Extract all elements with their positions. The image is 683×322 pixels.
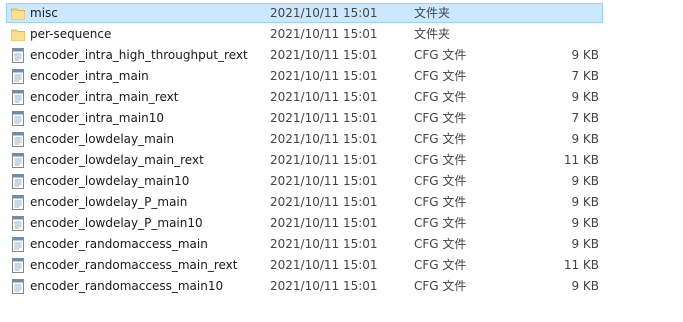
file-name[interactable]: encoder_lowdelay_main_rext bbox=[30, 150, 204, 171]
file-name[interactable]: encoder_randomaccess_main10 bbox=[30, 276, 223, 297]
file-modified-date: 2021/10/11 15:01 bbox=[270, 237, 378, 251]
file-type: CFG 文件 bbox=[414, 153, 467, 167]
file-type: CFG 文件 bbox=[414, 174, 467, 188]
file-modified-date: 2021/10/11 15:01 bbox=[270, 195, 378, 209]
file-type: CFG 文件 bbox=[414, 237, 467, 251]
cfg-file-icon bbox=[11, 195, 25, 210]
file-modified-date: 2021/10/11 15:01 bbox=[270, 6, 378, 20]
file-modified-date: 2021/10/11 15:01 bbox=[270, 132, 378, 146]
file-type: CFG 文件 bbox=[414, 258, 467, 272]
file-row[interactable]: encoder_lowdelay_main10 2021/10/11 15:01 C… bbox=[0, 171, 683, 192]
file-size: 9 KB bbox=[571, 132, 599, 146]
file-modified-date: 2021/10/11 15:01 bbox=[270, 153, 378, 167]
file-name[interactable]: encoder_lowdelay_main10 bbox=[30, 171, 189, 192]
file-size: 7 KB bbox=[571, 69, 599, 83]
file-size: 9 KB bbox=[571, 90, 599, 104]
file-name[interactable]: misc bbox=[30, 3, 58, 24]
file-type: CFG 文件 bbox=[414, 195, 467, 209]
file-size: 9 KB bbox=[571, 279, 599, 293]
file-row[interactable]: encoder_lowdelay_main_rext 2021/10/11 15:… bbox=[0, 150, 683, 171]
file-row[interactable]: encoder_lowdelay_P_main 2021/10/11 15:01 C… bbox=[0, 192, 683, 213]
file-modified-date: 2021/10/11 15:01 bbox=[270, 174, 378, 188]
file-row[interactable]: per-sequence 2021/10/11 15:01 文件夹 bbox=[0, 24, 683, 45]
file-name[interactable]: encoder_lowdelay_P_main bbox=[30, 192, 187, 213]
file-type: CFG 文件 bbox=[414, 216, 467, 230]
cfg-file-icon bbox=[11, 111, 25, 126]
file-row[interactable]: encoder_intra_main 2021/10/11 15:01 CFG 文件… bbox=[0, 66, 683, 87]
file-name[interactable]: encoder_intra_main bbox=[30, 66, 149, 87]
file-modified-date: 2021/10/11 15:01 bbox=[270, 279, 378, 293]
file-modified-date: 2021/10/11 15:01 bbox=[270, 69, 378, 83]
file-type: CFG 文件 bbox=[414, 69, 467, 83]
file-type: CFG 文件 bbox=[414, 90, 467, 104]
cfg-file-icon bbox=[11, 69, 25, 84]
file-size: 11 KB bbox=[563, 258, 599, 272]
file-name[interactable]: encoder_intra_high_throughput_rext bbox=[30, 45, 248, 66]
file-type: 文件夹 bbox=[414, 6, 451, 20]
file-row[interactable]: encoder_intra_high_throughput_rext 2021/1… bbox=[0, 45, 683, 66]
file-row[interactable]: encoder_intra_main_rext 2021/10/11 15:01 C… bbox=[0, 87, 683, 108]
file-modified-date: 2021/10/11 15:01 bbox=[270, 48, 378, 62]
cfg-file-icon bbox=[11, 279, 25, 294]
cfg-file-icon bbox=[11, 174, 25, 189]
file-name[interactable]: encoder_lowdelay_P_main10 bbox=[30, 213, 203, 234]
cfg-file-icon bbox=[11, 90, 25, 105]
file-name[interactable]: encoder_lowdelay_main bbox=[30, 129, 174, 150]
file-type: CFG 文件 bbox=[414, 111, 467, 125]
file-size: 9 KB bbox=[571, 195, 599, 209]
file-name[interactable]: encoder_intra_main_rext bbox=[30, 87, 178, 108]
file-name[interactable]: encoder_intra_main10 bbox=[30, 108, 164, 129]
cfg-file-icon bbox=[11, 153, 25, 168]
file-row[interactable]: encoder_lowdelay_main 2021/10/11 15:01 CFG… bbox=[0, 129, 683, 150]
cfg-file-icon bbox=[11, 216, 25, 231]
cfg-file-icon bbox=[11, 237, 25, 252]
file-size: 9 KB bbox=[571, 48, 599, 62]
file-row[interactable]: encoder_randomaccess_main10 2021/10/11 15… bbox=[0, 276, 683, 297]
file-row[interactable]: misc 2021/10/11 15:01 文件夹 bbox=[0, 3, 683, 24]
file-type: CFG 文件 bbox=[414, 132, 467, 146]
file-modified-date: 2021/10/11 15:01 bbox=[270, 111, 378, 125]
file-type: 文件夹 bbox=[414, 27, 451, 41]
file-name[interactable]: per-sequence bbox=[30, 24, 111, 45]
file-size: 7 KB bbox=[571, 111, 599, 125]
cfg-file-icon bbox=[11, 48, 25, 63]
file-size: 9 KB bbox=[571, 174, 599, 188]
file-row[interactable]: encoder_randomaccess_main_rext 2021/10/11… bbox=[0, 255, 683, 276]
file-type: CFG 文件 bbox=[414, 48, 467, 62]
file-size: 9 KB bbox=[571, 237, 599, 251]
file-size: 9 KB bbox=[571, 216, 599, 230]
file-type: CFG 文件 bbox=[414, 279, 467, 293]
file-size: 11 KB bbox=[563, 153, 599, 167]
file-row[interactable]: encoder_randomaccess_main 2021/10/11 15:0… bbox=[0, 234, 683, 255]
folder-icon bbox=[11, 27, 25, 42]
cfg-file-icon bbox=[11, 258, 25, 273]
folder-icon bbox=[11, 6, 25, 21]
file-modified-date: 2021/10/11 15:01 bbox=[270, 90, 378, 104]
file-modified-date: 2021/10/11 15:01 bbox=[270, 27, 378, 41]
file-modified-date: 2021/10/11 15:01 bbox=[270, 216, 378, 230]
file-name[interactable]: encoder_randomaccess_main bbox=[30, 234, 208, 255]
file-row[interactable]: encoder_intra_main10 2021/10/11 15:01 CFG … bbox=[0, 108, 683, 129]
file-list: misc 2021/10/11 15:01 文件夹 per-sequence 2021/… bbox=[0, 3, 683, 297]
file-modified-date: 2021/10/11 15:01 bbox=[270, 258, 378, 272]
file-row[interactable]: encoder_lowdelay_P_main10 2021/10/11 15:0… bbox=[0, 213, 683, 234]
cfg-file-icon bbox=[11, 132, 25, 147]
file-name[interactable]: encoder_randomaccess_main_rext bbox=[30, 255, 237, 276]
